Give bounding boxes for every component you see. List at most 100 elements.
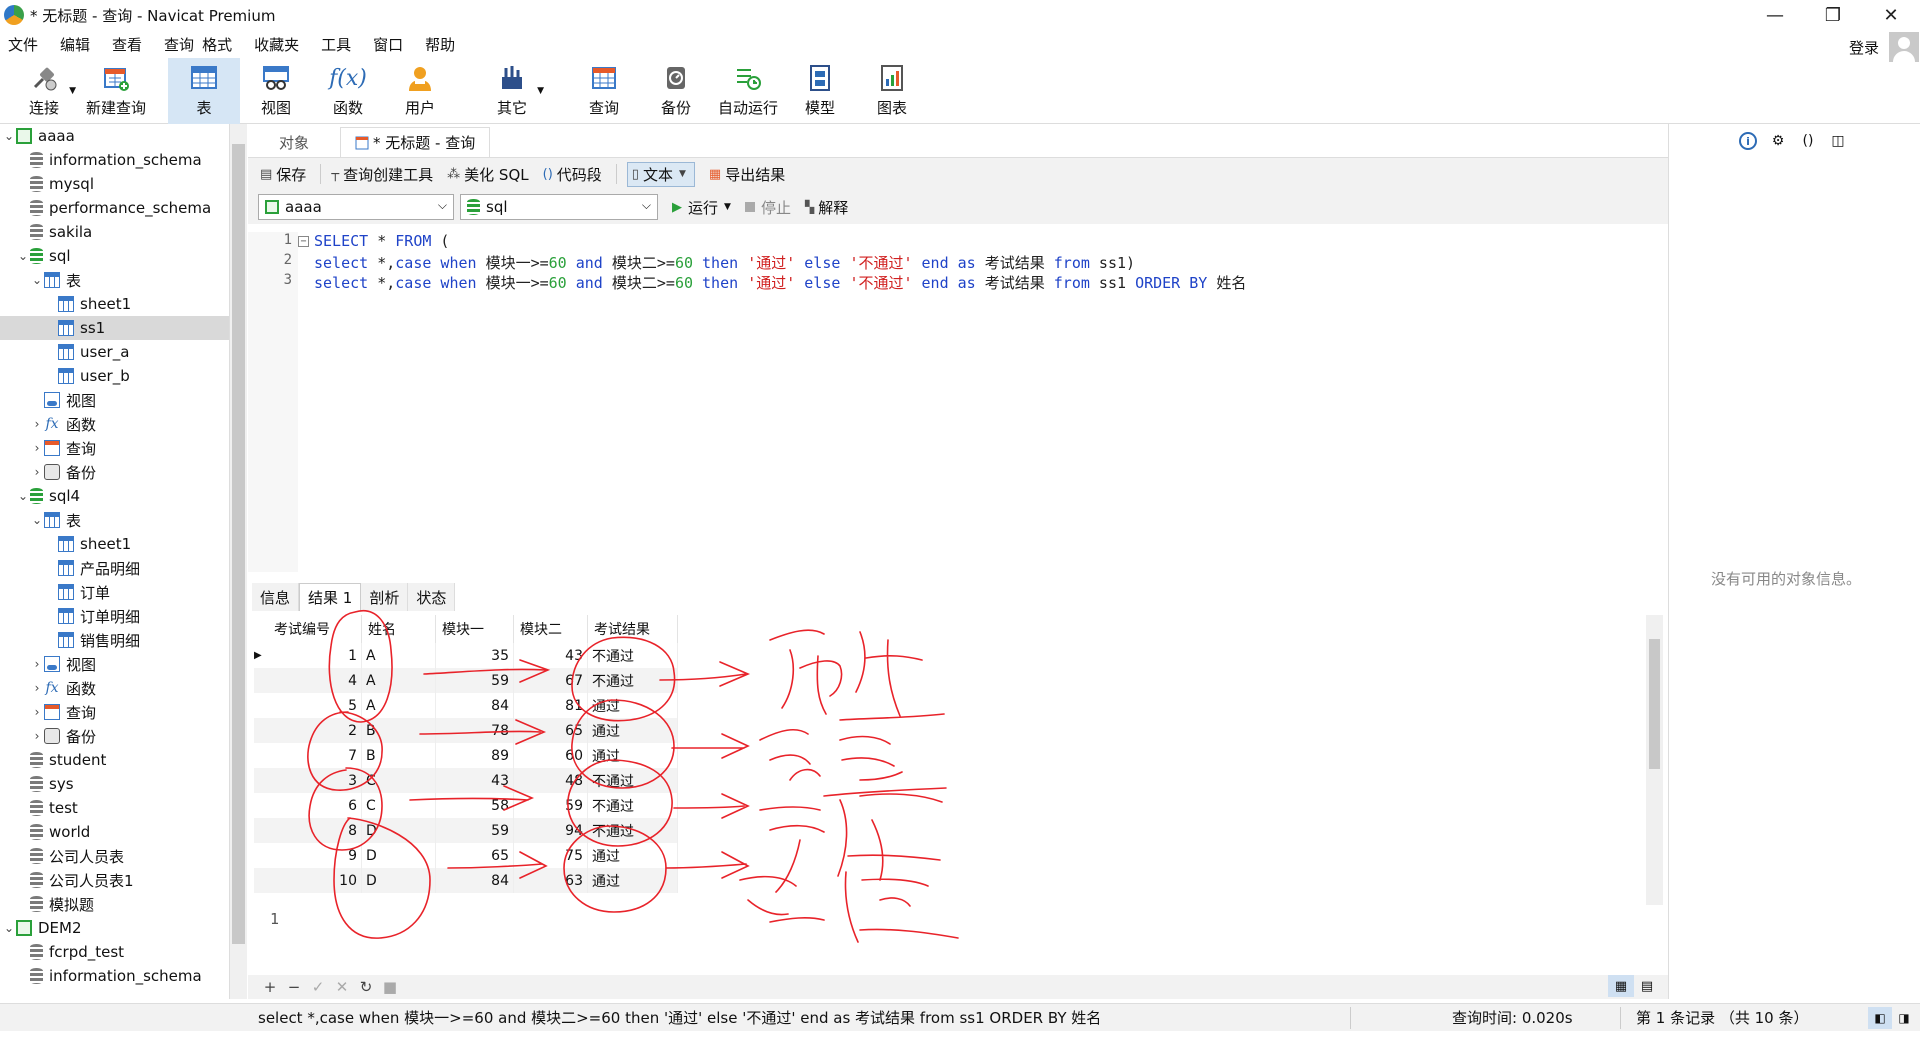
table-row[interactable]: 10 D 84 63 通过 [254,868,678,893]
chevron-down-icon[interactable]: ⌄ [30,513,44,527]
tab-query[interactable]: * 无标题 - 查询 [340,127,491,157]
column-header-module-2[interactable]: 模块二 [514,615,588,643]
table-cell[interactable]: 75 [514,843,588,868]
beautify-sql-button[interactable]: ⁂ 美化 SQL [447,164,528,185]
table-cell[interactable]: 5 [268,693,362,718]
database-select[interactable]: sql ⌵ [460,194,658,220]
table-cell[interactable]: 63 [514,868,588,893]
table-cell[interactable]: 43 [514,643,588,668]
explain-button[interactable]: ▚ 解释 [805,197,848,218]
result-grid-scrollbar[interactable] [1646,615,1663,905]
toolbar-backup-button[interactable]: 备份 [640,58,712,124]
toolbar-other-button[interactable]: 其它 ▼ [476,58,548,124]
table-cell[interactable]: 43 [436,768,514,793]
toolbar-function-button[interactable]: f(x) 函数 [312,58,384,124]
table-row[interactable]: 8 D 59 94 不通过 [254,818,678,843]
toolbar-auto-run-button[interactable]: 自动运行 [712,58,784,124]
close-button[interactable]: ✕ [1862,0,1920,30]
query-builder-button[interactable]: ┬ 查询创建工具 [331,164,433,185]
tree-item[interactable]: performance_schema [0,196,229,220]
tree-item[interactable]: information_schema [0,148,229,172]
tab-result-1[interactable]: 结果 1 [299,583,362,611]
stop-button[interactable]: 停止 [744,197,791,218]
chevron-down-icon[interactable]: ▼ [537,86,544,96]
column-header-name[interactable]: 姓名 [362,615,436,643]
tree-item[interactable]: ⌄ DEM2 [0,916,229,940]
tree-item[interactable]: 订单明细 [0,604,229,628]
delete-record-icon[interactable]: − [282,978,306,996]
settings-icon[interactable]: ⚙ [1769,132,1787,150]
table-cell[interactable]: 9 [268,843,362,868]
toolbar-query-button[interactable]: 查询 [568,58,640,124]
table-cell[interactable]: 58 [436,793,514,818]
chevron-right-icon[interactable]: › [30,441,44,455]
table-cell[interactable]: 35 [436,643,514,668]
restore-button[interactable]: ❐ [1804,0,1862,30]
code-snippet-button[interactable]: () 代码段 [543,164,602,185]
table-cell[interactable]: 81 [514,693,588,718]
save-button[interactable]: ▤ 保存 [260,164,306,185]
toolbar-connect-button[interactable]: 连接 ▼ [8,58,80,124]
tree-item[interactable]: › 备份 [0,724,229,748]
table-row[interactable]: 9 D 65 75 通过 [254,843,678,868]
left-pane-toggle-icon[interactable]: ◧ [1868,1006,1892,1029]
table-cell[interactable]: 84 [436,868,514,893]
tree-item[interactable]: 模拟题 [0,892,229,916]
tree-item[interactable]: user_a [0,340,229,364]
tree-item[interactable]: 公司人员表1 [0,868,229,892]
table-cell[interactable]: 78 [436,718,514,743]
table-row[interactable]: 5 A 84 81 通过 [254,693,678,718]
table-cell[interactable]: 4 [268,668,362,693]
column-header-module-1[interactable]: 模块一 [436,615,514,643]
tree-item[interactable]: ss1 [0,316,229,340]
chevron-down-icon[interactable]: ⌄ [2,921,16,935]
toolbar-model-button[interactable]: 模型 [784,58,856,124]
table-row[interactable]: 2 B 78 65 通过 [254,718,678,743]
table-cell[interactable]: C [362,793,436,818]
table-cell[interactable]: 6 [268,793,362,818]
brackets-icon[interactable]: () [1799,132,1817,150]
info-icon[interactable]: i [1739,132,1757,150]
toolbar-chart-button[interactable]: 图表 [856,58,928,124]
tree-item[interactable]: ⌄ sql4 [0,484,229,508]
table-row[interactable]: 3 C 43 48 不通过 [254,768,678,793]
column-header-exam-id[interactable]: 考试编号 [268,615,362,643]
chevron-down-icon[interactable]: ⌄ [16,249,30,263]
table-cell[interactable]: A [362,668,436,693]
toolbar-new-query-button[interactable]: 新建查询 [80,58,152,124]
tree-item[interactable]: mysql [0,172,229,196]
table-cell[interactable]: 通过 [588,843,678,868]
tab-profile[interactable]: 剖析 [361,583,409,611]
tree-item[interactable]: 公司人员表 [0,844,229,868]
chevron-down-icon[interactable]: ⌄ [30,273,44,287]
table-cell[interactable]: B [362,718,436,743]
table-row[interactable]: 4 A 59 67 不通过 [254,668,678,693]
table-cell[interactable]: D [362,868,436,893]
tree-item[interactable]: 产品明细 [0,556,229,580]
table-cell[interactable]: 通过 [588,718,678,743]
tree-item[interactable]: fcrpd_test [0,940,229,964]
fold-toggle-icon[interactable]: − [298,236,309,247]
table-cell[interactable]: 7 [268,743,362,768]
chevron-down-icon[interactable]: ⌄ [16,489,30,503]
table-cell[interactable]: 2 [268,718,362,743]
tree-item[interactable]: sheet1 [0,292,229,316]
tree-item[interactable]: › 备份 [0,460,229,484]
export-result-button[interactable]: ▦ 导出结果 [709,164,785,185]
tree-item[interactable]: student [0,748,229,772]
table-cell[interactable]: 不通过 [588,793,678,818]
chevron-right-icon[interactable]: › [30,657,44,671]
stop-icon[interactable]: ■ [378,978,402,996]
tree-item[interactable]: ⌄ 表 [0,508,229,532]
menu-query[interactable]: 查询 [164,34,194,55]
toolbar-user-button[interactable]: 用户 [384,58,456,124]
right-pane-toggle-icon[interactable]: ◨ [1892,1007,1916,1029]
table-cell[interactable]: 59 [514,793,588,818]
tab-objects[interactable]: 对象 [248,127,340,157]
discard-changes-icon[interactable]: ✕ [330,978,354,996]
table-cell[interactable]: B [362,743,436,768]
toolbar-view-button[interactable]: 视图 [240,58,312,124]
tree-item[interactable]: ⌄ sql [0,244,229,268]
table-cell[interactable]: 59 [436,668,514,693]
table-cell[interactable]: A [362,693,436,718]
